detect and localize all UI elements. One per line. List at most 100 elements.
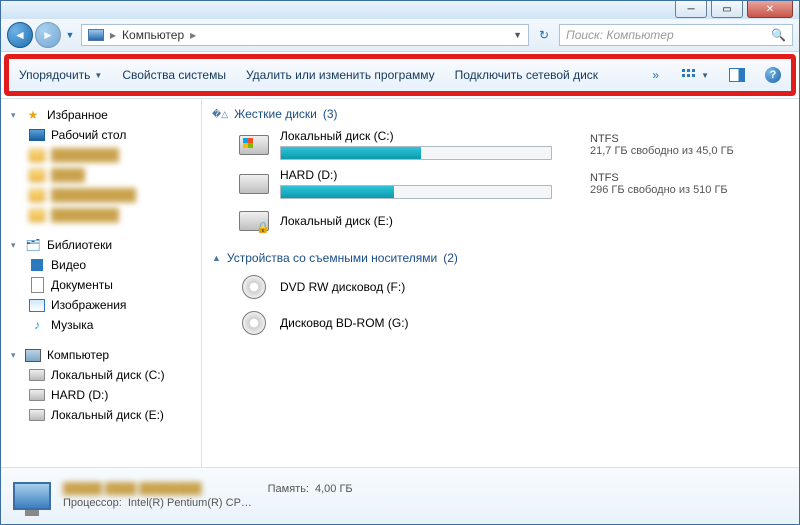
sidebar-libraries-header[interactable]: ▾ 🗂 Библиотеки (1, 235, 201, 255)
sidebar-item-blurred[interactable]: ████ (1, 165, 201, 185)
sidebar-item-label: HARD (D:) (51, 388, 108, 402)
drive-name: HARD (D:) (280, 168, 580, 182)
command-toolbar: Упорядочить ▼ Свойства системы Удалить и… (9, 59, 791, 91)
close-button[interactable]: ✕ (747, 1, 793, 18)
help-button[interactable]: ? (765, 67, 781, 83)
view-options-button[interactable]: ▼ (679, 67, 709, 83)
organize-menu[interactable]: Упорядочить ▼ (19, 68, 102, 82)
sidebar-computer-group: ▾ Компьютер Локальный диск (C:) HARD (D:… (1, 345, 201, 425)
sidebar-item-blurred[interactable]: ████████ (1, 145, 201, 165)
content-pane: �△ Жесткие диски (3) Локальный диск (C:)… (202, 99, 799, 467)
sidebar-favorites-header[interactable]: ▾ ★ Избранное (1, 105, 201, 125)
star-icon: ★ (25, 107, 41, 123)
preview-pane-icon (729, 68, 745, 82)
drive-icon (29, 387, 45, 403)
favorites-label: Избранное (47, 108, 108, 122)
sidebar-item-blurred[interactable]: ████████ (1, 205, 201, 225)
drive-item-g[interactable]: Дисковод BD-ROM (G:) (212, 305, 789, 341)
collapse-icon: ▲ (212, 253, 221, 263)
address-bar[interactable]: ▸ Компьютер ▸ ▼ (81, 24, 529, 46)
drive-name: Локальный диск (C:) (280, 129, 580, 143)
sidebar-item-drive-e[interactable]: Локальный диск (E:) (1, 405, 201, 425)
uninstall-program-button[interactable]: Удалить или изменить программу (246, 68, 435, 82)
maximize-button[interactable]: ▭ (711, 1, 743, 18)
sidebar-item-drive-d[interactable]: HARD (D:) (1, 385, 201, 405)
cpu-value: Intel(R) Pentium(R) CP… (128, 497, 252, 509)
drive-item-e[interactable]: Локальный диск (E:) (212, 203, 789, 239)
address-dropdown-icon[interactable]: ▼ (513, 30, 522, 40)
organize-label: Упорядочить (19, 68, 90, 82)
toolbar-overflow-button[interactable]: » (652, 68, 659, 82)
drive-filesystem: NTFS (590, 133, 734, 145)
memory-label: Память: (268, 483, 309, 495)
cpu-label: Процессор: (63, 497, 122, 509)
category-removable[interactable]: ▲ Устройства со съемными носителями (2) (212, 247, 789, 269)
details-title-blurred: █████ ████ ████████ (63, 483, 202, 495)
music-icon: ♪ (29, 317, 45, 333)
map-network-drive-button[interactable]: Подключить сетевой диск (455, 68, 598, 82)
drive-item-f[interactable]: DVD RW дисковод (F:) (212, 269, 789, 305)
drive-item-c[interactable]: Локальный диск (C:) NTFS 21,7 ГБ свободн… (212, 125, 789, 164)
collapse-icon: ▾ (11, 110, 19, 121)
sidebar-item-label: Видео (51, 258, 86, 272)
category-count: (2) (443, 251, 458, 265)
nav-history-dropdown[interactable]: ▼ (63, 30, 77, 40)
sidebar-libraries-group: ▾ 🗂 Библиотеки Видео Документы Изображен… (1, 235, 201, 335)
drive-icon (29, 367, 45, 383)
sidebar-item-label: Локальный диск (C:) (51, 368, 165, 382)
minimize-button[interactable]: ─ (675, 1, 707, 18)
sidebar-item-label: Документы (51, 278, 113, 292)
category-label: Устройства со съемными носителями (227, 251, 437, 265)
drive-item-d[interactable]: HARD (D:) NTFS 296 ГБ свободно из 510 ГБ (212, 164, 789, 203)
pictures-icon (29, 297, 45, 313)
toolbar-highlight: Упорядочить ▼ Свойства системы Удалить и… (4, 54, 796, 96)
sidebar-item-documents[interactable]: Документы (1, 275, 201, 295)
breadcrumb-separator-icon: ▸ (190, 28, 196, 42)
desktop-icon (29, 127, 45, 143)
sidebar-item-pictures[interactable]: Изображения (1, 295, 201, 315)
drive-filesystem: NTFS (590, 172, 728, 184)
document-icon (29, 277, 45, 293)
computer-large-icon (11, 476, 53, 516)
breadcrumb-location[interactable]: Компьютер (122, 28, 184, 42)
category-count: (3) (323, 107, 338, 121)
system-properties-button[interactable]: Свойства системы (122, 68, 226, 82)
drive-free-space: 21,7 ГБ свободно из 45,0 ГБ (590, 145, 734, 157)
navigation-bar: ◄ ► ▼ ▸ Компьютер ▸ ▼ ↻ Поиск: Компьютер… (1, 19, 799, 52)
sidebar-item-videos[interactable]: Видео (1, 255, 201, 275)
libraries-icon: 🗂 (25, 237, 41, 253)
details-pane: █████ ████ ████████ Память: 4,00 ГБ Проц… (1, 467, 799, 524)
help-icon: ? (765, 67, 781, 83)
navigation-pane: ▾ ★ Избранное Рабочий стол ████████ ████… (1, 99, 202, 467)
sidebar-item-desktop[interactable]: Рабочий стол (1, 125, 201, 145)
chevron-down-icon: ▼ (94, 71, 102, 80)
breadcrumb-separator-icon: ▸ (110, 28, 116, 42)
drive-name: Локальный диск (E:) (280, 214, 580, 228)
search-box[interactable]: Поиск: Компьютер 🔍 (559, 24, 793, 46)
window-titlebar: ─ ▭ ✕ (1, 1, 799, 19)
drive-name: Дисковод BD-ROM (G:) (280, 316, 580, 330)
forward-button[interactable]: ► (35, 22, 61, 48)
sidebar-item-label: Изображения (51, 298, 126, 312)
sidebar-item-label: Рабочий стол (51, 128, 126, 142)
sidebar-item-drive-c[interactable]: Локальный диск (C:) (1, 365, 201, 385)
computer-icon (88, 27, 104, 43)
drive-name: DVD RW дисковод (F:) (280, 280, 580, 294)
sidebar-computer-header[interactable]: ▾ Компьютер (1, 345, 201, 365)
drive-free-space: 296 ГБ свободно из 510 ГБ (590, 184, 728, 196)
category-hard-drives[interactable]: �△ Жесткие диски (3) (212, 103, 789, 125)
refresh-button[interactable]: ↻ (533, 28, 555, 42)
search-placeholder: Поиск: Компьютер (566, 28, 674, 42)
computer-label: Компьютер (47, 348, 109, 362)
sidebar-item-blurred[interactable]: ██████████ (1, 185, 201, 205)
sidebar-item-label: Локальный диск (E:) (51, 408, 164, 422)
video-icon (29, 257, 45, 273)
drive-icon (238, 207, 270, 235)
collapse-icon: �△ (212, 109, 228, 120)
sidebar-favorites-group: ▾ ★ Избранное Рабочий стол ████████ ████… (1, 105, 201, 225)
preview-pane-button[interactable] (729, 68, 745, 82)
back-button[interactable]: ◄ (7, 22, 33, 48)
chevron-down-icon: ▼ (701, 71, 709, 80)
sidebar-item-music[interactable]: ♪Музыка (1, 315, 201, 335)
search-icon: 🔍 (771, 28, 786, 42)
